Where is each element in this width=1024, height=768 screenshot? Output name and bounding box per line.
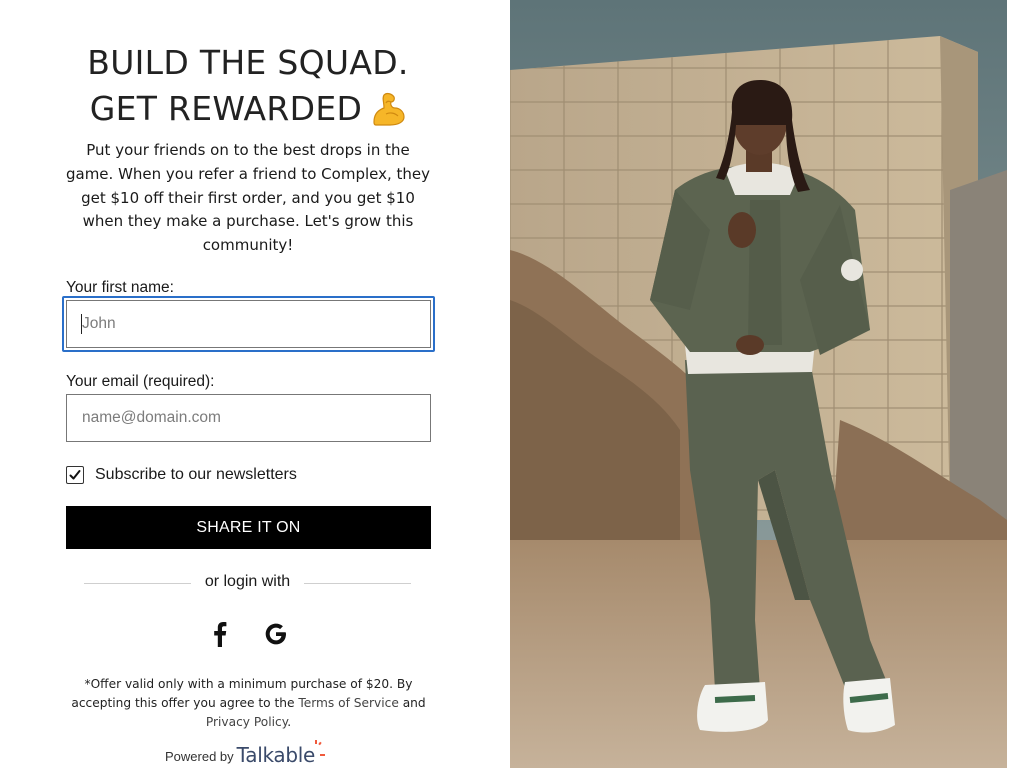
flexed-biceps-icon <box>370 92 406 138</box>
checkmark-icon <box>69 470 81 480</box>
model-in-olive-tracksuit-image <box>510 0 1007 768</box>
divider-line-right <box>304 583 411 584</box>
intro-text: Put your friends on to the best drops in… <box>65 141 431 255</box>
first-name-input[interactable] <box>66 300 431 348</box>
subscribe-checkbox[interactable] <box>66 466 84 484</box>
text-cursor <box>81 314 82 334</box>
subscribe-label[interactable]: Subscribe to our newsletters <box>95 466 297 484</box>
google-icon <box>265 623 286 645</box>
disclaimer-text-after: . <box>287 715 292 729</box>
headline-line-2-text: GET REWARDED <box>89 89 363 128</box>
hero-photo <box>510 0 1007 768</box>
terms-of-service-link[interactable]: Terms of Service <box>298 696 398 710</box>
offer-disclaimer: *Offer valid only with a minimum purchas… <box>66 675 431 732</box>
privacy-policy-link[interactable]: Privacy Policy <box>206 715 287 729</box>
talkable-logo: Talkable <box>236 740 326 767</box>
talkable-brand-text: Talkable <box>236 743 316 767</box>
disclaimer-text-middle: and <box>398 696 426 710</box>
divider-line-left <box>84 583 191 584</box>
right-gutter <box>1007 0 1024 768</box>
email-label: Your email (required): <box>66 373 215 390</box>
talkable-spark-icon <box>315 740 326 756</box>
facebook-icon <box>214 622 227 647</box>
powered-by-talkable[interactable]: Powered by Talkable <box>165 740 326 767</box>
headline-line-2: GET REWARDED <box>0 86 496 138</box>
first-name-label: Your first name: <box>66 279 174 296</box>
login-divider-text: or login with <box>204 573 291 590</box>
google-login-button[interactable] <box>262 620 290 648</box>
facebook-login-button[interactable] <box>206 620 234 648</box>
share-it-on-button[interactable]: SHARE IT ON <box>66 506 431 549</box>
headline-line-1: BUILD THE SQUAD. <box>87 43 409 82</box>
referral-form-panel: BUILD THE SQUAD. GET REWARDED Put your f… <box>0 0 510 768</box>
email-input[interactable] <box>66 394 431 442</box>
powered-by-text: Powered by <box>165 749 234 764</box>
